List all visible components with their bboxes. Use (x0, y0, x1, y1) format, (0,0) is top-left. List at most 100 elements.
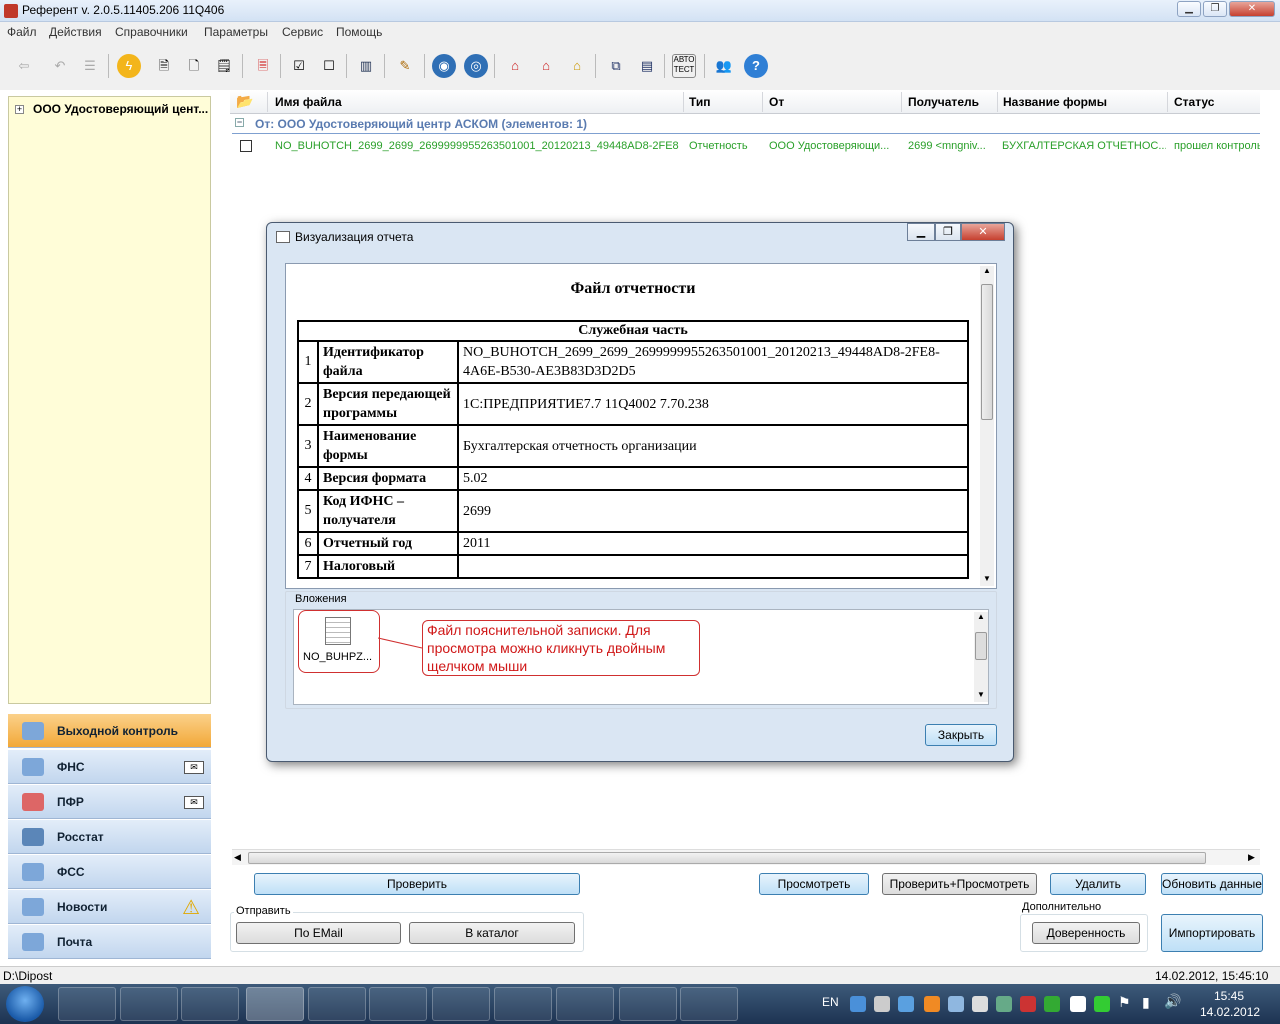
dialog-close-icon[interactable]: ✕ (961, 223, 1005, 241)
clock-time[interactable]: 15:45 (1214, 989, 1244, 1003)
scroll-thumb[interactable] (981, 284, 993, 420)
nav-fns[interactable]: ФНС ✉ (8, 750, 211, 784)
columns-icon[interactable]: ▥ (354, 54, 378, 78)
back-icon[interactable]: ⇦ (12, 54, 36, 78)
document-search-icon[interactable]: 🗋 (182, 54, 206, 78)
dialog-minimize-button[interactable]: ▁ (907, 223, 935, 241)
app-taskbar-icon[interactable] (432, 987, 490, 1021)
refresh-button[interactable]: Обновить данные (1161, 873, 1263, 895)
help-icon[interactable]: ? (744, 54, 768, 78)
scroll-thumb[interactable] (248, 852, 1206, 864)
tray-icon[interactable] (874, 996, 890, 1012)
scroll-left-icon[interactable]: ◀ (234, 852, 241, 863)
horizontal-scrollbar[interactable]: ◀ ▶ (232, 849, 1260, 865)
language-indicator[interactable]: EN (822, 995, 839, 1009)
group-row[interactable]: − От: ООО Удостоверяющий центр АСКОМ (эл… (232, 116, 1260, 134)
tree-expand-icon[interactable]: + (15, 105, 24, 114)
collapse-icon[interactable]: − (235, 118, 244, 127)
document-icon[interactable]: 🗎 (152, 54, 176, 78)
tray-icon[interactable] (850, 996, 866, 1012)
delete-button[interactable]: Удалить (1050, 873, 1146, 895)
minimize-button[interactable]: ▁ (1177, 1, 1201, 17)
clock-date[interactable]: 14.02.2012 (1200, 1005, 1260, 1019)
close-button[interactable]: Закрыть (925, 724, 997, 746)
ie-taskbar-icon[interactable] (369, 987, 427, 1021)
explorer-taskbar-icon[interactable] (58, 987, 116, 1021)
check-all-icon[interactable]: ☑ (287, 54, 311, 78)
tray-icon[interactable] (996, 996, 1012, 1012)
thunderbird-taskbar-icon[interactable] (120, 987, 178, 1021)
calculator-taskbar-icon[interactable] (308, 987, 366, 1021)
chart-icon[interactable]: ▤ (635, 54, 659, 78)
tray-icon[interactable] (1044, 996, 1060, 1012)
tray-icon[interactable] (972, 996, 988, 1012)
bat-taskbar-icon[interactable] (494, 987, 552, 1021)
attachments-scrollbar[interactable]: ▲ ▼ (974, 612, 988, 702)
menu-parameters[interactable]: Параметры (204, 25, 268, 39)
list-icon[interactable]: ☰ (78, 54, 102, 78)
tray-icon[interactable] (948, 996, 964, 1012)
nav-pfr[interactable]: ПФР ✉ (8, 785, 211, 819)
app2-taskbar-icon[interactable] (556, 987, 614, 1021)
check-view-button[interactable]: Проверить+Просмотреть (882, 873, 1037, 895)
import-button[interactable]: Импортировать (1161, 914, 1263, 952)
document-delete-icon[interactable]: 🗏 (251, 54, 275, 78)
nav-mail[interactable]: Почта (8, 925, 211, 959)
maximize-button[interactable]: ❐ (1203, 1, 1227, 17)
scroll-thumb[interactable] (975, 632, 987, 660)
tray-icon[interactable] (924, 996, 940, 1012)
send-catalog-button[interactable]: В каталог (409, 922, 575, 944)
tray-icon[interactable] (898, 996, 914, 1012)
lightning-icon[interactable]: ϟ (117, 54, 141, 78)
document-vertical-scrollbar[interactable]: ▲ ▼ (980, 266, 994, 586)
table-row[interactable]: NO_BUHOTCH_2699_2699_2699999955263501001… (232, 137, 1260, 157)
pdf-taskbar-icon[interactable] (680, 987, 738, 1021)
column-status[interactable]: Статус (1174, 95, 1214, 109)
start-button[interactable] (6, 986, 44, 1022)
uncheck-all-icon[interactable]: ☐ (317, 54, 341, 78)
nav-news[interactable]: Новости ⚠ (8, 890, 211, 924)
media-taskbar-icon[interactable] (181, 987, 239, 1021)
scroll-right-icon[interactable]: ▶ (1248, 852, 1255, 863)
trust-button[interactable]: Доверенность (1032, 922, 1140, 944)
edit-form-icon[interactable]: ✎ (393, 54, 417, 78)
fns-send-icon[interactable]: ◎ (464, 54, 488, 78)
nav-rosstat[interactable]: Росстат (8, 820, 211, 854)
flag-icon[interactable]: ⚑ (1118, 994, 1131, 1011)
send-email-button[interactable]: По EMail (236, 922, 401, 944)
column-recipient[interactable]: Получатель (908, 95, 979, 109)
check-button[interactable]: Проверить (254, 873, 580, 895)
tree-node-organization[interactable]: ООО Удостоверяющий цент... (33, 102, 208, 116)
close-window-button[interactable]: ✕ (1229, 1, 1275, 17)
nav-output-control[interactable]: Выходной контроль (8, 714, 211, 748)
volume-icon[interactable]: 🔊 (1164, 993, 1181, 1010)
menu-file[interactable]: Файл (7, 25, 37, 39)
nav-fss[interactable]: ФСС (8, 855, 211, 889)
column-file-name[interactable]: Имя файла (275, 95, 342, 109)
tray-icon[interactable] (1020, 996, 1036, 1012)
network-icon[interactable]: ⧉ (604, 54, 628, 78)
pfr-send-icon[interactable]: ⌂ (534, 54, 558, 78)
column-form-name[interactable]: Название формы (1003, 95, 1107, 109)
menu-actions[interactable]: Действия (49, 25, 102, 39)
scroll-down-icon[interactable]: ▼ (977, 690, 985, 699)
users-icon[interactable]: 👥 (712, 54, 736, 78)
column-from[interactable]: От (769, 95, 784, 109)
document-edit-icon[interactable]: 🗒 (212, 54, 236, 78)
camera-taskbar-icon[interactable] (619, 987, 677, 1021)
view-button[interactable]: Просмотреть (759, 873, 869, 895)
menu-help[interactable]: Помощь (336, 25, 382, 39)
fns-emblem-icon[interactable]: ◉ (432, 54, 456, 78)
dialog-maximize-button[interactable]: ❐ (935, 223, 961, 241)
undo-icon[interactable]: ↶ (48, 54, 72, 78)
tray-icon[interactable] (1070, 996, 1086, 1012)
autotest-icon[interactable]: АВТО ТЕСТ (672, 54, 696, 78)
tray-icon[interactable] (1094, 996, 1110, 1012)
row-checkbox[interactable] (240, 140, 252, 152)
network-tray-icon[interactable]: ▮ (1142, 994, 1150, 1011)
menu-service[interactable]: Сервис (282, 25, 323, 39)
scroll-up-icon[interactable]: ▲ (977, 612, 985, 621)
pfr-icon[interactable]: ⌂ (503, 54, 527, 78)
referent-taskbar-icon[interactable] (246, 987, 304, 1021)
menu-references[interactable]: Справочники (115, 25, 188, 39)
